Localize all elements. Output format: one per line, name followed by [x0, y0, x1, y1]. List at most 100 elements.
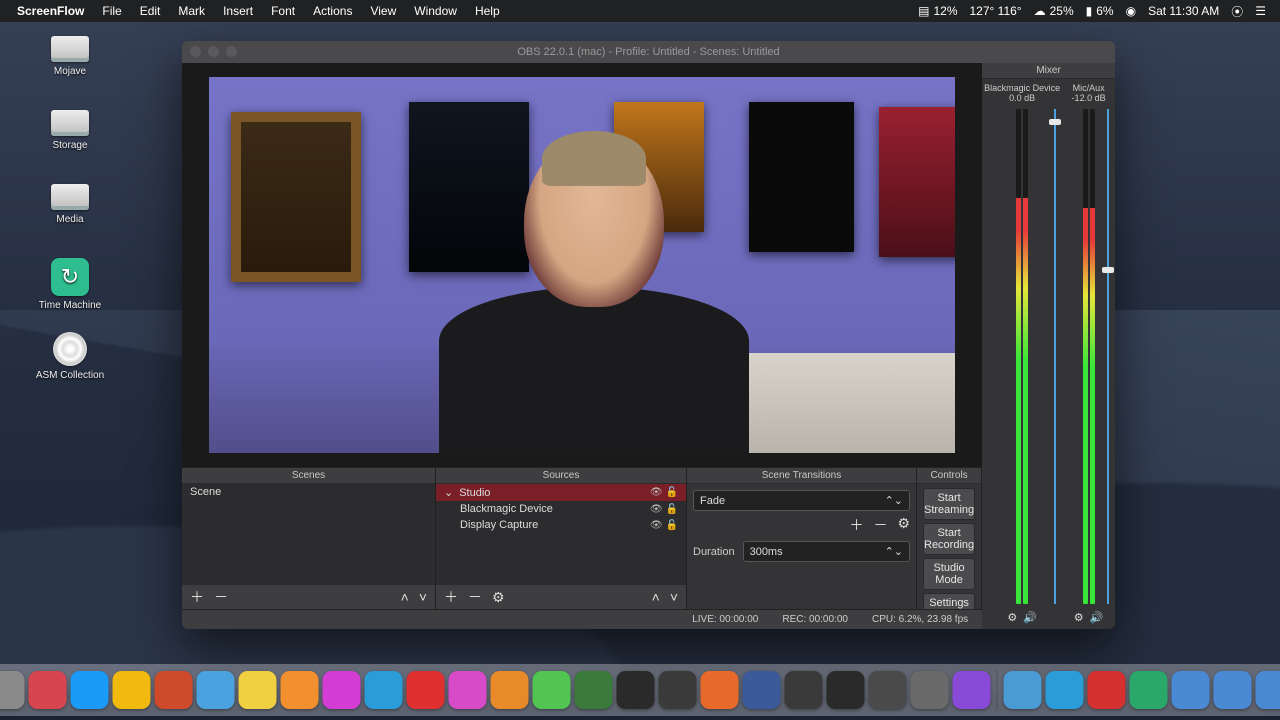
dock-app-18[interactable]	[659, 671, 697, 709]
clock[interactable]: Sat 11:30 AM	[1142, 4, 1225, 18]
dock-right-2[interactable]	[1088, 671, 1126, 709]
dock-app-16[interactable]	[575, 671, 613, 709]
dock-app-14[interactable]	[491, 671, 529, 709]
dock-app-9[interactable]	[281, 671, 319, 709]
dock-right-4[interactable]	[1172, 671, 1210, 709]
scenes-panel: Scenes Scene ＋ － ˄ ˅	[182, 468, 436, 609]
scene-down-button[interactable]: ˅	[419, 589, 427, 605]
add-scene-button[interactable]: ＋	[190, 587, 204, 607]
dock-app-17[interactable]	[617, 671, 655, 709]
dock-right-3[interactable]	[1130, 671, 1168, 709]
lock-icon[interactable]: 🔓	[666, 520, 678, 531]
start-streaming-button[interactable]: Start Streaming	[923, 488, 975, 520]
duration-input[interactable]: 300ms⌃⌄	[743, 541, 910, 562]
scene-row[interactable]: Scene	[182, 484, 435, 500]
dock-app-19[interactable]	[701, 671, 739, 709]
scene-up-button[interactable]: ˄	[401, 589, 409, 605]
dock-app-10[interactable]	[323, 671, 361, 709]
dock-app-15[interactable]	[533, 671, 571, 709]
dock-app-23[interactable]	[869, 671, 907, 709]
remove-scene-button[interactable]: －	[214, 587, 228, 607]
minimize-icon[interactable]	[208, 46, 219, 57]
controls-header: Controls	[917, 468, 981, 484]
menu-mark[interactable]: Mark	[169, 4, 214, 18]
dock-right-6[interactable]	[1256, 671, 1280, 709]
source-up-button[interactable]: ˄	[652, 589, 660, 605]
menu-actions[interactable]: Actions	[304, 4, 361, 18]
dock-app-13[interactable]	[449, 671, 487, 709]
app-name[interactable]: ScreenFlow	[8, 4, 93, 18]
dock-app-5[interactable]	[113, 671, 151, 709]
source-down-button[interactable]: ˅	[670, 589, 678, 605]
studio-mode-button[interactable]: Studio Mode	[923, 558, 975, 590]
close-icon[interactable]	[190, 46, 201, 57]
preview-area[interactable]	[182, 63, 982, 467]
dock-app-25[interactable]	[953, 671, 991, 709]
dock-app-12[interactable]	[407, 671, 445, 709]
source-row[interactable]: Blackmagic Device👁🔓	[436, 501, 686, 517]
source-row[interactable]: Display Capture👁🔓	[436, 517, 686, 533]
dock-app-2[interactable]	[0, 671, 25, 709]
mixer-db: -12.0 dB	[1072, 93, 1106, 103]
lock-icon[interactable]: 🔓	[666, 487, 678, 498]
gear-icon[interactable]: ⚙	[1074, 611, 1084, 624]
menu-file[interactable]: File	[93, 4, 130, 18]
dock-right-0[interactable]	[1004, 671, 1042, 709]
add-transition-button[interactable]: ＋	[849, 515, 863, 535]
source-properties-button[interactable]: ⚙	[492, 589, 505, 606]
remove-transition-button[interactable]: －	[873, 515, 887, 535]
mixer-panel: Mixer Blackmagic Device0.0 dB⚙🔊Mic/Aux-1…	[982, 63, 1115, 629]
lock-icon[interactable]: 🔓	[666, 504, 678, 515]
mixer-fader[interactable]	[1052, 109, 1058, 604]
dock-app-7[interactable]	[197, 671, 235, 709]
notification-icon[interactable]: ☰	[1249, 4, 1272, 18]
desktop-icon-time-machine[interactable]: ↻Time Machine	[30, 258, 110, 311]
visibility-icon[interactable]: 👁	[650, 520, 663, 531]
dock-app-11[interactable]	[365, 671, 403, 709]
mixer-fader[interactable]	[1105, 109, 1111, 604]
dock-app-4[interactable]	[71, 671, 109, 709]
cpu-status: CPU: 6.2%, 23.98 fps	[872, 614, 968, 625]
chevron-updown-icon: ⌃⌄	[885, 494, 903, 507]
spotlight-icon[interactable]: ⦿	[1225, 3, 1249, 20]
menu-window[interactable]: Window	[405, 4, 466, 18]
status-pct1: ▤ 12%	[912, 4, 963, 18]
add-source-button[interactable]: ＋	[444, 587, 458, 607]
gear-icon[interactable]: ⚙	[1007, 611, 1017, 624]
speaker-icon[interactable]: 🔊	[1023, 611, 1037, 624]
source-row[interactable]: ⌄Studio👁🔓	[436, 484, 686, 501]
desktop-icon-mojave[interactable]: Mojave	[30, 36, 110, 77]
dock-right-1[interactable]	[1046, 671, 1084, 709]
start-recording-button[interactable]: Start Recording	[923, 523, 975, 555]
obs-titlebar[interactable]: OBS 22.0.1 (mac) - Profile: Untitled - S…	[182, 41, 1115, 63]
visibility-icon[interactable]: 👁	[650, 504, 663, 515]
desktop-icon-media[interactable]: Media	[30, 184, 110, 225]
zoom-icon[interactable]	[226, 46, 237, 57]
mixer-channel: Mic/Aux-12.0 dB⚙🔊	[1064, 83, 1113, 627]
menu-font[interactable]: Font	[262, 4, 304, 18]
transition-properties-button[interactable]: ⚙	[897, 515, 910, 535]
menu-edit[interactable]: Edit	[131, 4, 170, 18]
transition-select[interactable]: Fade⌃⌄	[693, 490, 910, 511]
dock	[0, 664, 1280, 716]
menu-view[interactable]: View	[361, 4, 405, 18]
dock-app-6[interactable]	[155, 671, 193, 709]
menu-insert[interactable]: Insert	[214, 4, 262, 18]
visibility-icon[interactable]: 👁	[650, 487, 663, 498]
wifi-icon[interactable]: ◉	[1120, 4, 1142, 18]
mixer-channel: Blackmagic Device0.0 dB⚙🔊	[984, 83, 1060, 627]
dock-right-5[interactable]	[1214, 671, 1252, 709]
dock-app-21[interactable]	[785, 671, 823, 709]
dock-app-24[interactable]	[911, 671, 949, 709]
desktop-icon-asm-collection[interactable]: ASM Collection	[30, 332, 110, 381]
desktop-icon-storage[interactable]: Storage	[30, 110, 110, 151]
dock-app-20[interactable]	[743, 671, 781, 709]
chevron-down-icon[interactable]: ⌄	[444, 486, 453, 499]
menu-help[interactable]: Help	[466, 4, 509, 18]
dock-app-22[interactable]	[827, 671, 865, 709]
speaker-icon[interactable]: 🔊	[1090, 611, 1104, 624]
dock-app-3[interactable]	[29, 671, 67, 709]
remove-source-button[interactable]: －	[468, 587, 482, 607]
dock-app-8[interactable]	[239, 671, 277, 709]
live-status: LIVE: 00:00:00	[692, 614, 758, 625]
